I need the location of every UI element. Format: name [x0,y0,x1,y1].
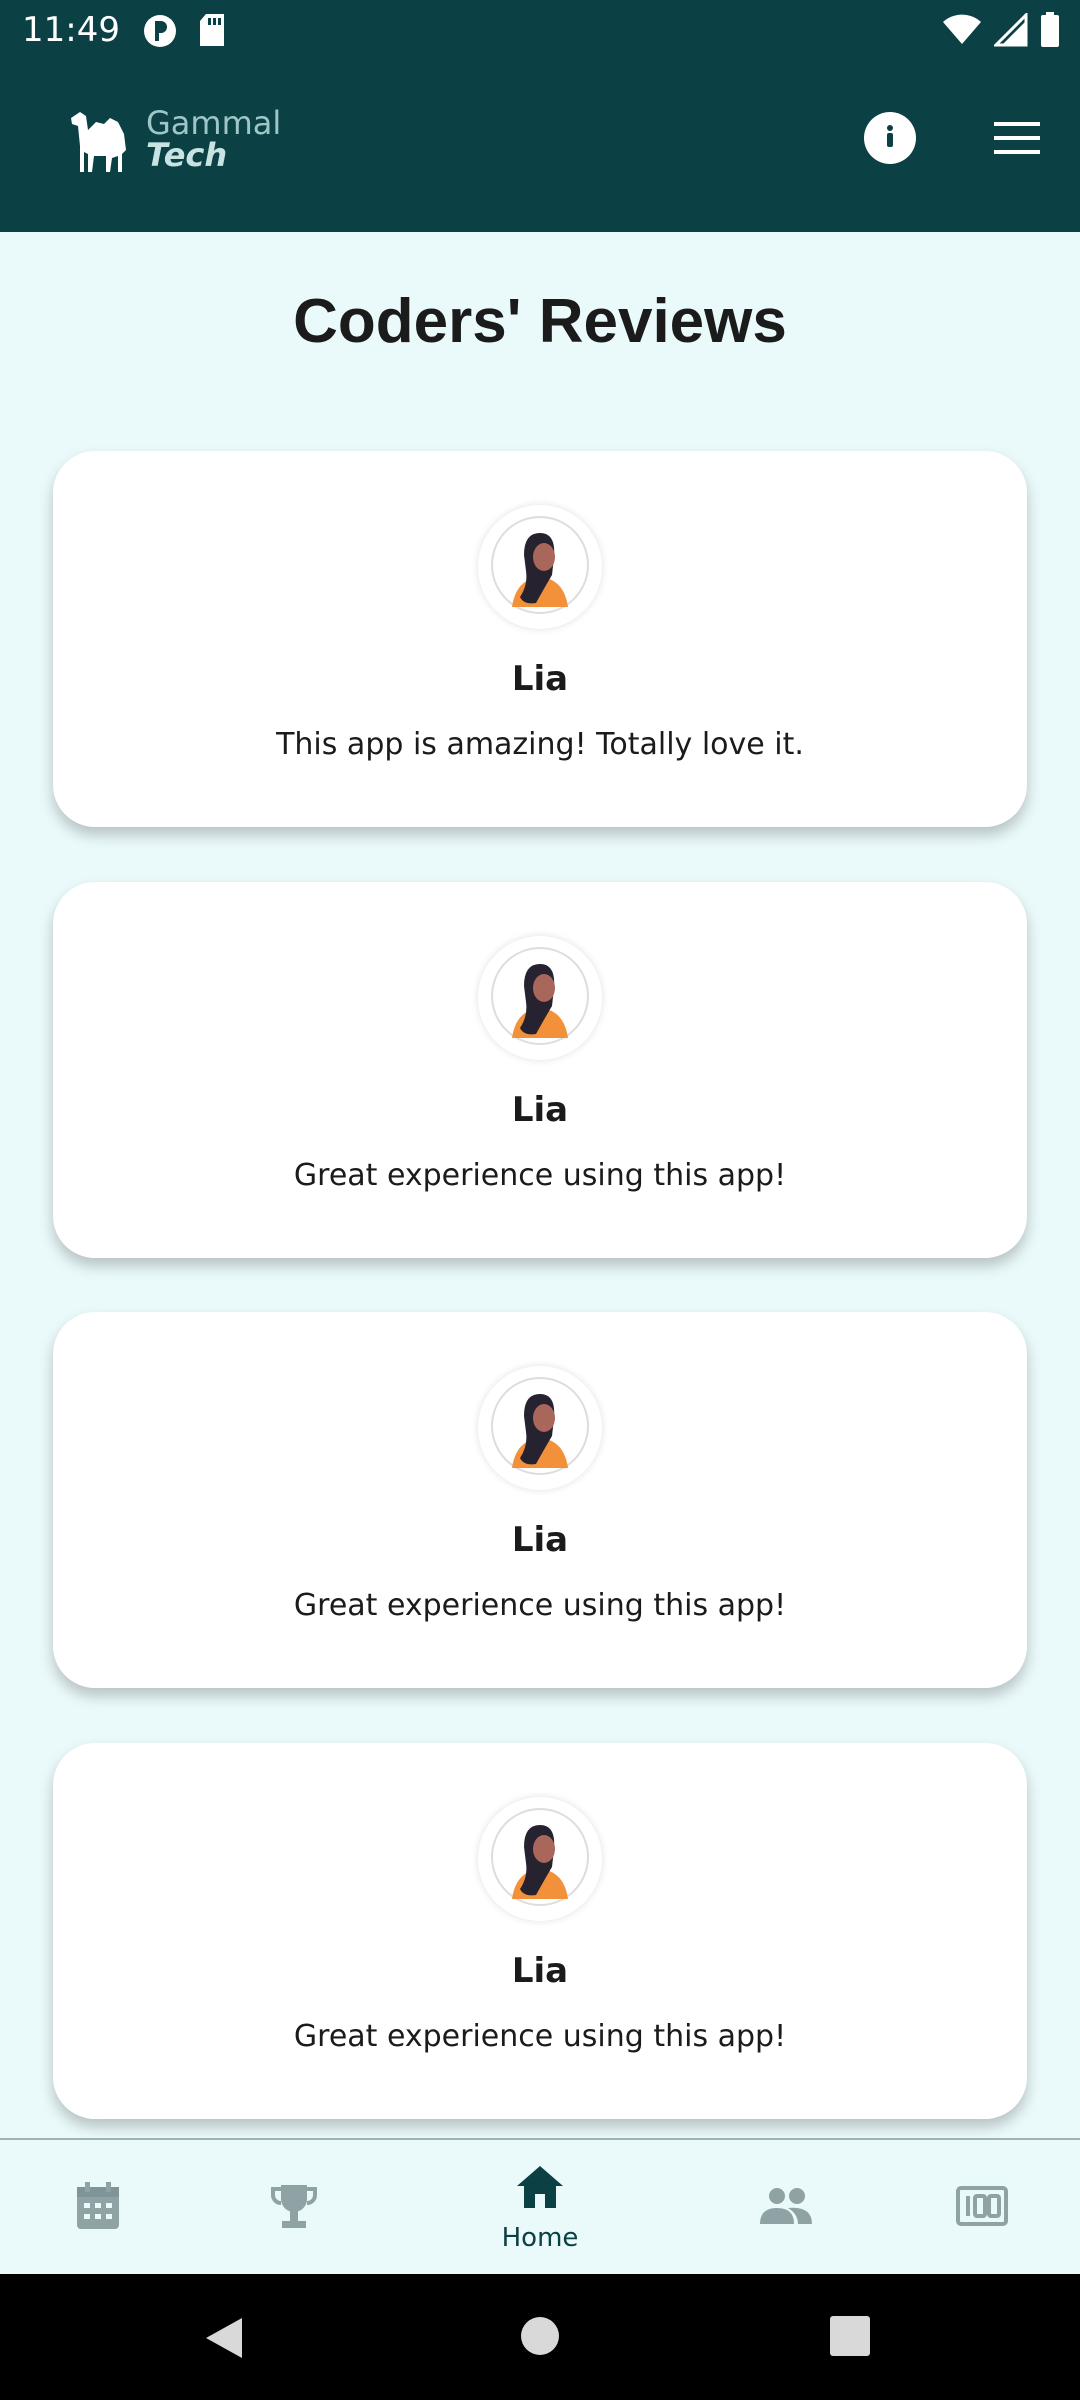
bottom-navigation: Home [0,2138,1080,2274]
home-circle-icon[interactable] [520,2316,560,2361]
reviewer-name: Lia [511,1951,569,1991]
recents-icon[interactable] [830,2316,870,2361]
home-icon [515,2164,565,2215]
nav-item-people[interactable] [736,2140,836,2276]
nav-item-scoreboard[interactable] [932,2140,1032,2276]
nav-item-calendar[interactable] [48,2140,148,2276]
status-time: 11:49 [22,10,120,50]
hamburger-menu-button[interactable] [990,118,1044,158]
avatar [478,1797,602,1921]
user-avatar-icon [490,1807,590,1912]
data-saver-icon [142,13,178,54]
camel-logo-icon [66,96,136,181]
back-icon[interactable] [204,2316,244,2365]
review-text: Great experience using this app! [293,1588,787,1623]
status-bar: 11:49 [0,0,1080,62]
app-header: Gammal Tech [0,62,1080,232]
review-card: Lia This app is amazing! Totally love it… [53,451,1027,827]
nav-item-trophy[interactable] [244,2140,344,2276]
user-avatar-icon [490,515,590,620]
review-card: Lia Great experience using this app! [53,1743,1027,2119]
signal-icon [992,11,1028,52]
info-button[interactable] [864,112,916,164]
review-text: This app is amazing! Totally love it. [276,727,804,762]
user-avatar-icon [490,1376,590,1481]
logo-text-tech: Tech [146,135,228,174]
reviewer-name: Lia [511,1090,569,1130]
wifi-icon [942,14,982,51]
reviewer-name: Lia [511,659,569,699]
hamburger-menu-icon [990,122,1044,162]
avatar [478,936,602,1060]
trophy-icon [269,2181,319,2236]
review-card: Lia Great experience using this app! [53,882,1027,1258]
sd-card-icon [198,13,226,54]
nav-item-home[interactable]: Home [480,2140,600,2276]
calendar-icon [75,2181,121,2236]
info-icon [875,121,905,156]
review-text: Great experience using this app! [293,2019,787,2054]
nav-label-home: Home [501,2222,579,2253]
page-title: Coders' Reviews [293,287,787,356]
system-navigation-bar [0,2274,1080,2400]
user-avatar-icon [490,946,590,1051]
review-text: Great experience using this app! [293,1158,787,1193]
people-icon [758,2186,814,2231]
review-card: Lia Great experience using this app! [53,1312,1027,1688]
gammal-tech-logo[interactable]: Gammal Tech [66,96,281,181]
avatar [478,505,602,629]
battery-icon [1040,12,1060,53]
reviewer-name: Lia [511,1520,569,1560]
avatar [478,1366,602,1490]
scoreboard-icon [956,2185,1008,2231]
logo-text-gammal: Gammal [146,103,282,142]
